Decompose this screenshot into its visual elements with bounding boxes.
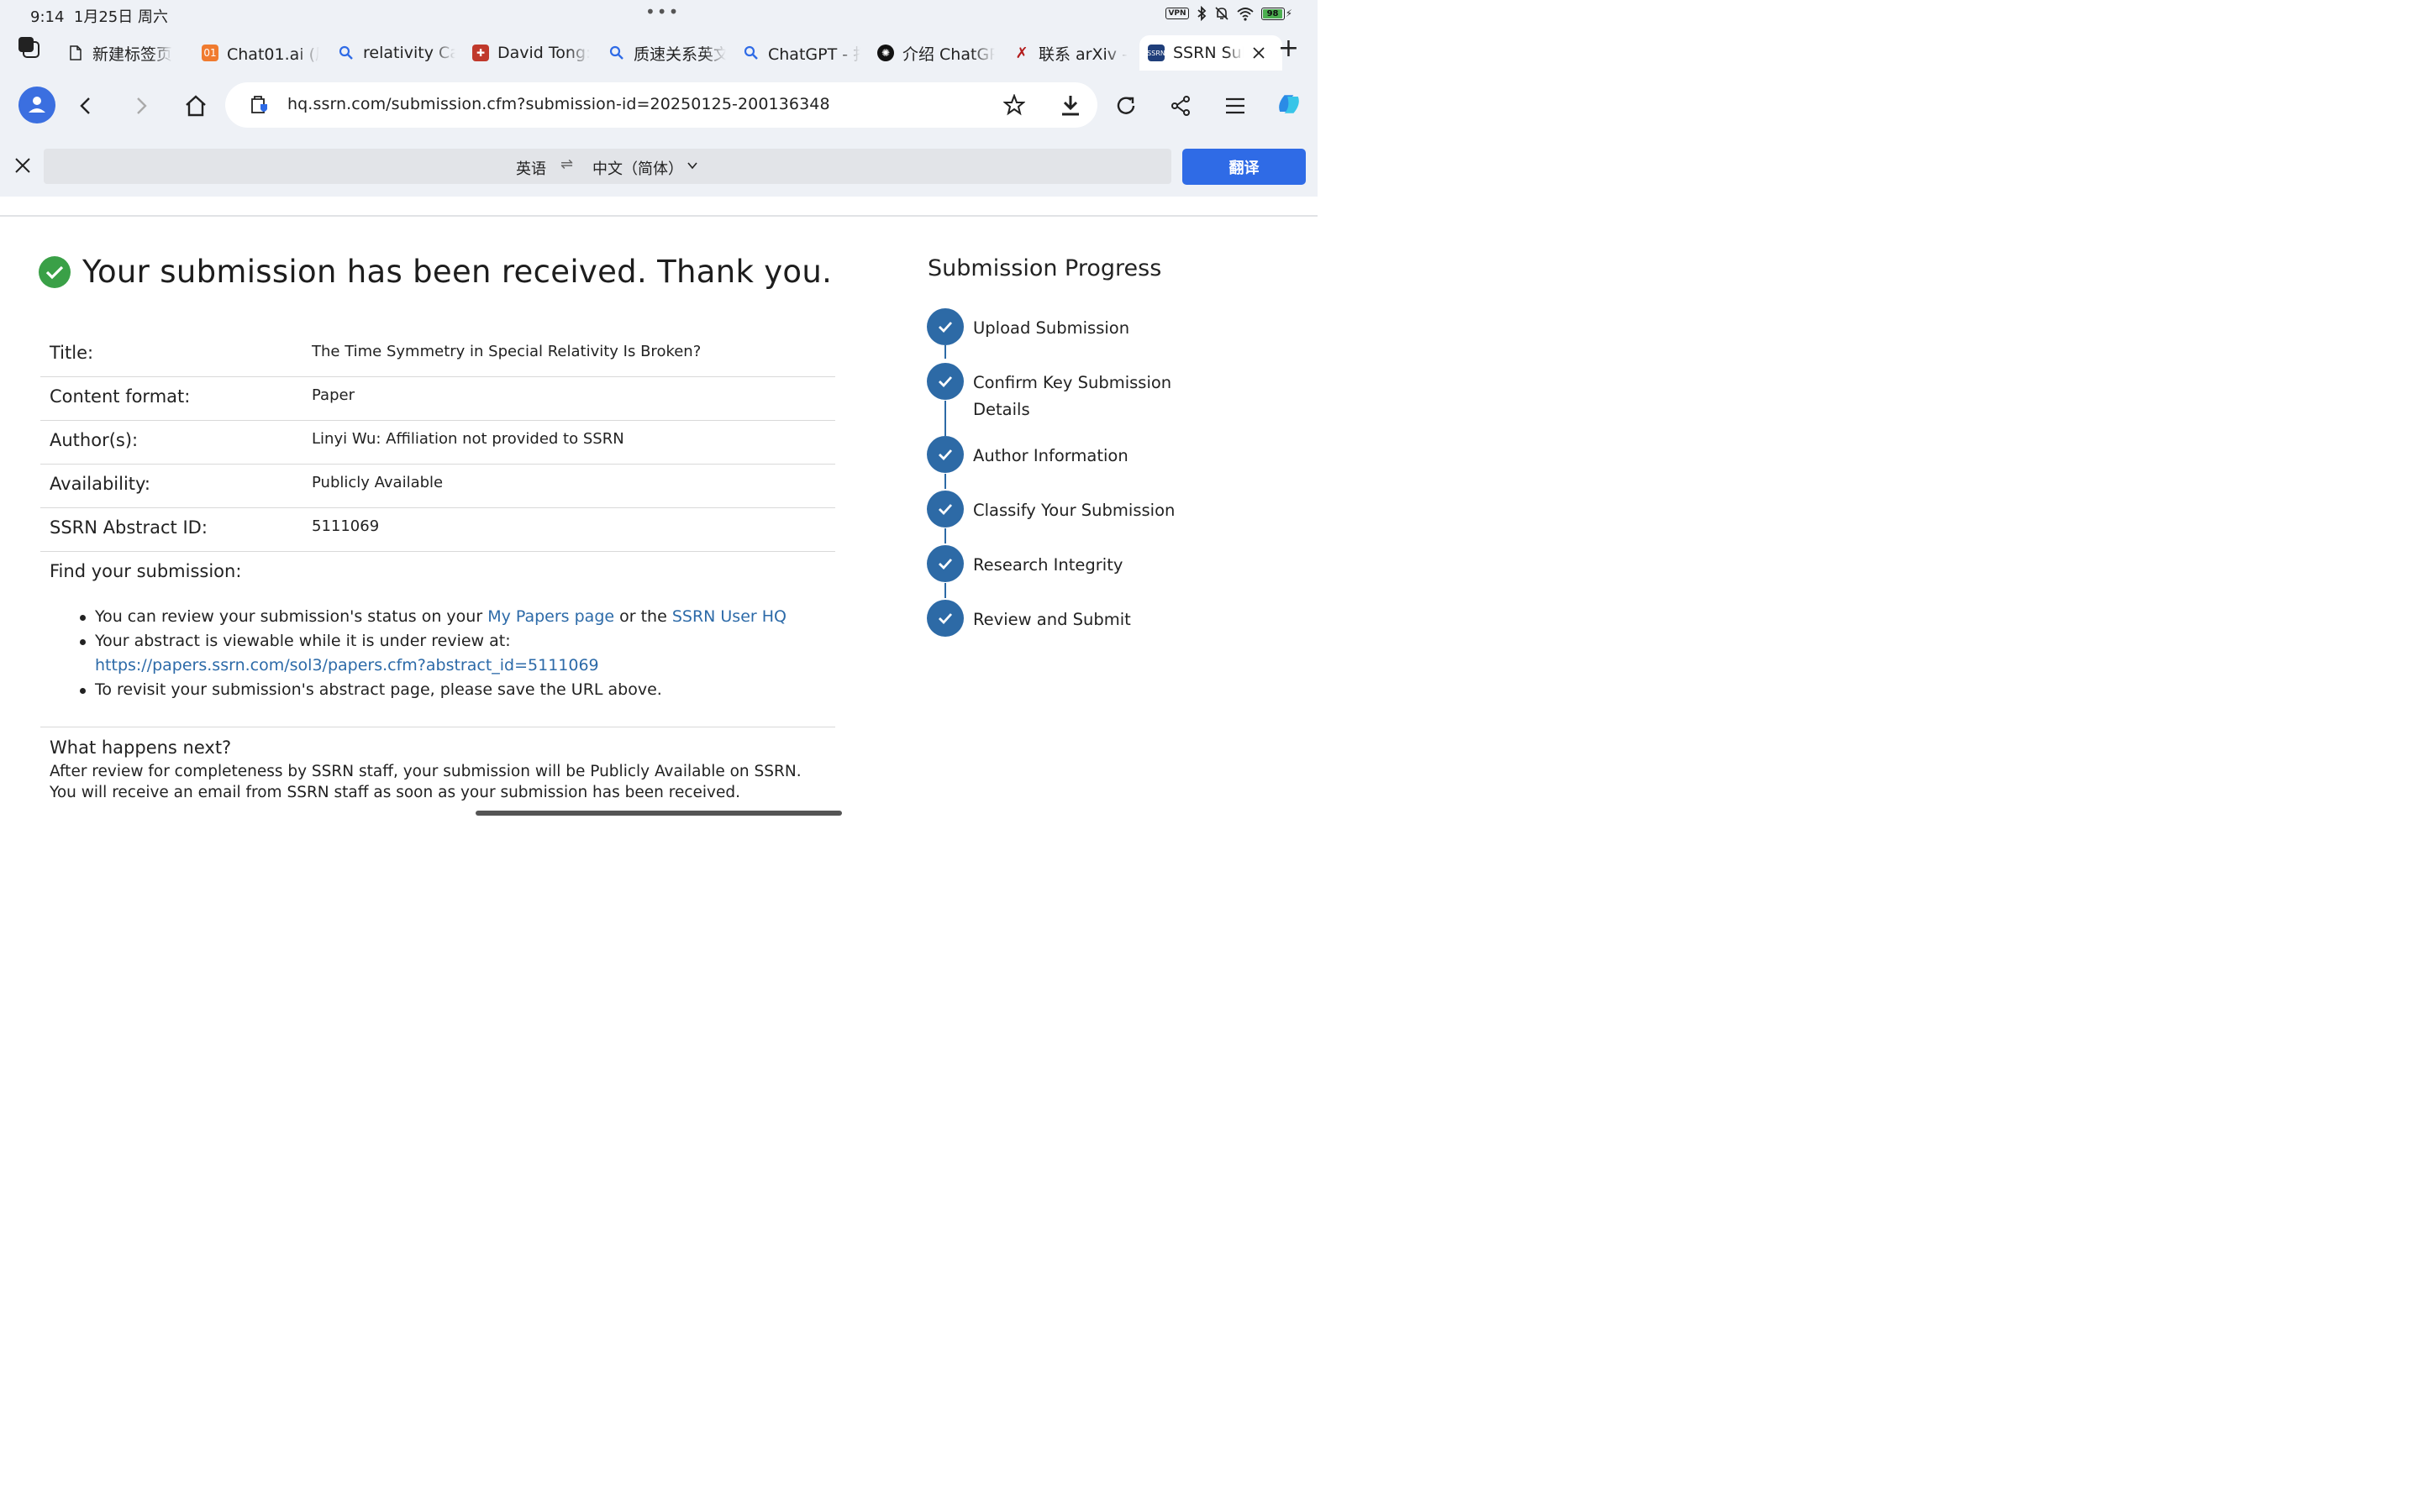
status-time: 9:14 1月25日 周六 <box>30 8 168 26</box>
tab-david-tong[interactable]: ✚ David Tong: <box>472 40 590 66</box>
progress-connector <box>944 528 946 543</box>
tab-chat01[interactable]: 01 Chat01.ai (原 <box>202 40 319 66</box>
status-bar: 9:14 1月25日 周六 ••• VPN 98 ⚡ <box>0 0 1318 29</box>
my-papers-link[interactable]: My Papers page <box>487 607 614 626</box>
openai-icon: ✺ <box>877 45 894 61</box>
success-check-icon <box>39 255 71 288</box>
system-icons: VPN 98 ⚡ <box>1165 6 1292 21</box>
table-row: Author(s): Linyi Wu: Affiliation not pro… <box>40 420 835 465</box>
list-item: You can review your submission's status … <box>80 605 786 629</box>
content-divider <box>0 215 1318 217</box>
confirmation-heading: Your submission has been received. Thank… <box>39 254 832 290</box>
address-bar[interactable]: hq.ssrn.com/submission.cfm?submission-id… <box>225 82 1097 128</box>
download-icon[interactable] <box>1055 91 1086 121</box>
abstract-url-link[interactable]: https://papers.ssrn.com/sol3/papers.cfm?… <box>95 656 599 675</box>
step-check-icon <box>927 363 964 400</box>
ssrn-icon: SSRN <box>1147 45 1165 61</box>
tab-mass-velocity[interactable]: 质速关系英文 <box>608 40 726 66</box>
list-item: Your abstract is viewable while it is un… <box>80 629 786 654</box>
cambridge-icon: ✚ <box>472 45 489 61</box>
tab-strip: 新建标签页 01 Chat01.ai (原 relativity Ca ✚ Da… <box>0 29 1318 76</box>
table-row: Availability: Publicly Available <box>40 464 835 508</box>
share-icon[interactable] <box>1165 91 1196 121</box>
close-tab-icon[interactable] <box>1252 46 1265 60</box>
copilot-icon[interactable] <box>1274 89 1304 119</box>
source-language[interactable]: 英语 <box>516 157 546 179</box>
vpn-icon: VPN <box>1165 8 1189 19</box>
bluetooth-icon <box>1197 6 1206 21</box>
table-row: SSRN Abstract ID: 5111069 <box>40 507 835 552</box>
find-submission-heading: Find your submission: <box>50 561 242 581</box>
chat01-icon: 01 <box>202 45 218 61</box>
ssrn-user-hq-link[interactable]: SSRN User HQ <box>672 607 786 626</box>
step-check-icon <box>927 491 964 528</box>
tab-ssrn-submission[interactable]: SSRN SSRN Sub <box>1139 35 1282 71</box>
progress-title: Submission Progress <box>928 255 1162 281</box>
bookmark-star-icon[interactable] <box>1003 94 1025 116</box>
table-row: Title: The Time Symmetry in Special Rela… <box>40 333 835 377</box>
page-icon <box>70 45 82 60</box>
profile-avatar[interactable] <box>18 87 55 123</box>
reload-icon[interactable] <box>1111 91 1141 121</box>
tab-relativity-search[interactable]: relativity Ca <box>338 40 455 66</box>
step-check-icon <box>927 436 964 473</box>
arxiv-icon: ✗ <box>1015 44 1028 62</box>
progress-connector <box>944 583 946 598</box>
wifi-icon <box>1236 8 1254 21</box>
step-check-icon <box>927 545 964 582</box>
table-row: Content format: Paper <box>40 376 835 421</box>
progress-connector <box>944 345 946 359</box>
back-icon[interactable] <box>71 91 101 121</box>
navigation-bar: hq.ssrn.com/submission.cfm?submission-id… <box>0 76 1318 136</box>
swap-languages-icon[interactable]: ⇌ <box>560 155 573 173</box>
translate-button[interactable]: 翻译 <box>1182 149 1306 185</box>
home-indicator[interactable] <box>476 811 842 816</box>
home-icon[interactable] <box>181 91 211 121</box>
chevron-down-icon[interactable] <box>687 160 697 171</box>
new-tab-plus-icon[interactable]: + <box>1278 34 1299 63</box>
search-icon <box>339 45 353 60</box>
translate-bar: 英语 ⇌ 中文（简体） 翻译 <box>0 136 1318 197</box>
search-icon <box>744 45 758 60</box>
list-item: To revisit your submission's abstract pa… <box>80 678 786 702</box>
more-dots-icon[interactable]: ••• <box>645 2 680 22</box>
security-lock-icon[interactable] <box>249 94 271 116</box>
step-check-icon <box>927 308 964 345</box>
progress-connector <box>944 474 946 489</box>
tab-overview-icon[interactable] <box>17 35 40 59</box>
tab-chatgpt[interactable]: ChatGPT - 打 <box>743 40 860 66</box>
tab-intro-chatgpt[interactable]: ✺ 介绍 ChatGP <box>877 40 995 66</box>
progress-connector <box>944 401 946 436</box>
mute-bell-icon <box>1214 7 1228 20</box>
language-selector[interactable]: 英语 ⇌ 中文（简体） <box>44 149 1171 184</box>
page-title: Your submission has been received. Thank… <box>82 254 833 290</box>
forward-icon[interactable] <box>126 91 156 121</box>
tab-new-tab[interactable]: 新建标签页 <box>67 40 193 66</box>
menu-icon[interactable] <box>1220 91 1250 121</box>
next-steps-text: After review for completeness by SSRN st… <box>50 763 802 801</box>
search-icon <box>609 45 623 60</box>
tab-arxiv[interactable]: ✗ 联系 arXiv - <box>1013 40 1131 66</box>
abstract-url-line: https://papers.ssrn.com/sol3/papers.cfm?… <box>80 654 786 678</box>
next-steps-heading: What happens next? <box>50 738 232 758</box>
submission-details-table: Title: The Time Symmetry in Special Rela… <box>40 333 835 552</box>
battery-icon: 98 ⚡ <box>1260 7 1292 20</box>
find-submission-list: You can review your submission's status … <box>80 605 786 702</box>
url-text[interactable]: hq.ssrn.com/submission.cfm?submission-id… <box>287 95 830 113</box>
target-language[interactable]: 中文（简体） <box>592 157 683 179</box>
close-translate-icon[interactable] <box>13 156 32 175</box>
step-check-icon <box>927 600 964 637</box>
